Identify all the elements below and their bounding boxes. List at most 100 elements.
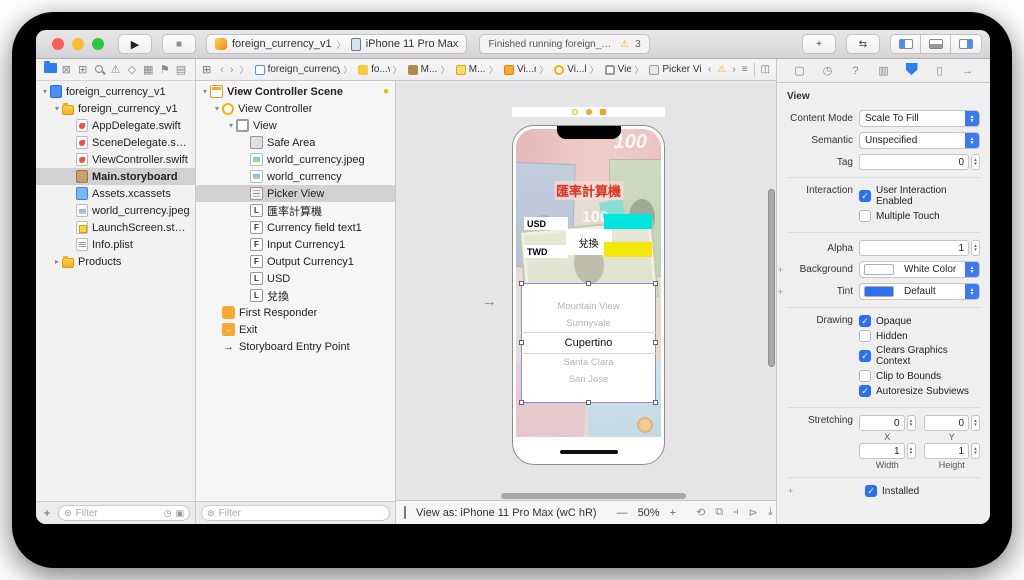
disclosure-icon[interactable]: ▸ xyxy=(52,257,62,266)
outline-row[interactable]: world_currency xyxy=(196,168,395,185)
file-row[interactable]: Assets.xcassets xyxy=(36,185,195,202)
attributes-inspector-tab[interactable] xyxy=(905,63,919,78)
zoom-in-button[interactable]: + xyxy=(670,507,676,519)
add-file-button[interactable]: + xyxy=(41,506,53,520)
tint-popup[interactable]: Default ▲ ▼ xyxy=(859,283,980,300)
scene-header-bar[interactable] xyxy=(512,107,665,117)
exit-icon[interactable] xyxy=(599,109,606,115)
breadcrumb-item[interactable]: 〉 fo...v1 xyxy=(340,63,390,76)
outline-row[interactable]: Picker View xyxy=(196,185,395,202)
input-currency-field[interactable] xyxy=(604,214,652,229)
checkbox-row[interactable]: Autoresize Subviews xyxy=(859,385,980,397)
view-controller-icon[interactable] xyxy=(571,109,578,115)
semantic-popup[interactable]: Unspecified ▲ ▼ xyxy=(859,132,980,149)
canvas-horizontal-scrollbar[interactable] xyxy=(396,492,776,500)
picker-view[interactable]: Mountain View Sunnyvale Cupertino Santa … xyxy=(519,281,658,405)
stretch-width-field[interactable]: 1 xyxy=(859,443,905,459)
reports-tab[interactable]: ▤ xyxy=(174,63,188,76)
add-attribute-button[interactable]: + xyxy=(778,287,783,297)
resize-handle[interactable] xyxy=(519,281,524,286)
outline-row[interactable]: F Output Currency1 xyxy=(196,253,395,270)
library-button[interactable]: + xyxy=(802,34,836,54)
file-row[interactable]: world_currency.jpeg xyxy=(36,202,195,219)
navigator-filter-field[interactable]: ⊜ Filter ◷ ▣ xyxy=(58,505,190,521)
warning-count[interactable]: 3 xyxy=(635,39,641,50)
view-as-label[interactable]: View as: iPhone 11 Pro Max (wC hR) xyxy=(416,507,597,519)
app-title-label[interactable]: 匯率計算機 xyxy=(553,181,624,200)
file-row[interactable]: AppDelegate.swift xyxy=(36,117,195,134)
checkbox-row[interactable]: Opaque xyxy=(859,315,980,327)
breadcrumb-item[interactable]: 〉 M...e) xyxy=(438,63,486,76)
checkbox[interactable] xyxy=(859,370,871,382)
stretch-y-field[interactable]: 0 xyxy=(923,415,969,431)
file-row[interactable]: Main.storyboard xyxy=(36,168,195,185)
connections-inspector-tab[interactable]: → xyxy=(961,65,975,77)
picker-item[interactable]: Mountain View xyxy=(557,298,619,315)
recents-icon[interactable]: ◷ xyxy=(164,508,172,519)
stretch-height-field[interactable]: 1 xyxy=(923,443,969,459)
device-icon[interactable] xyxy=(404,506,406,519)
scrollbar-thumb[interactable] xyxy=(768,189,775,367)
file-inspector-tab[interactable]: ▢ xyxy=(793,64,807,77)
usd-label[interactable]: USD xyxy=(524,217,568,230)
outline-row[interactable]: → Storyboard Entry Point xyxy=(196,338,395,355)
project-navigator-tab[interactable] xyxy=(43,61,57,76)
stretch-width-stepper[interactable]: ▲ ▼ xyxy=(906,443,916,459)
output-currency-field[interactable] xyxy=(604,242,652,257)
find-tab[interactable] xyxy=(92,64,106,76)
file-row[interactable]: ▾ foreign_currency_v1 xyxy=(36,100,195,117)
background-popup[interactable]: White Color ▲ ▼ xyxy=(859,261,980,278)
zoom-out-button[interactable]: — xyxy=(617,507,628,519)
zoom-window-button[interactable] xyxy=(92,38,104,50)
history-inspector-tab[interactable]: ◷ xyxy=(821,64,835,77)
run-button[interactable]: ▶ xyxy=(118,34,152,54)
add-attribute-button[interactable]: + xyxy=(778,265,783,275)
outline-row[interactable]: First Responder xyxy=(196,304,395,321)
breadcrumb-item[interactable]: 〉 foreign_currency_v1 xyxy=(237,63,341,76)
disclosure-icon[interactable]: ▾ xyxy=(40,87,50,96)
checkbox[interactable] xyxy=(859,315,871,327)
symbols-tab[interactable]: ⊞ xyxy=(76,63,90,76)
size-inspector-tab[interactable]: ▯ xyxy=(933,64,947,77)
breadcrumb-item[interactable]: 〉 Picker View xyxy=(631,63,702,76)
issues-tab[interactable]: ⚠ xyxy=(109,63,123,76)
file-row[interactable]: ▸ Products xyxy=(36,253,195,270)
minimize-window-button[interactable] xyxy=(72,38,84,50)
tag-field[interactable]: 0 xyxy=(859,154,969,170)
editor-mode-button[interactable]: ⇆ xyxy=(846,34,880,54)
resize-handle[interactable] xyxy=(585,400,591,405)
checkbox[interactable] xyxy=(859,350,871,362)
breakpoints-tab[interactable]: ⚑ xyxy=(158,63,172,76)
resize-handle[interactable] xyxy=(585,281,591,286)
outline-row[interactable]: L 兌換 xyxy=(196,287,395,304)
adjust-editor-icon[interactable]: ◫ xyxy=(761,64,770,75)
previous-issue-button[interactable]: ‹ xyxy=(708,64,711,75)
zoom-level[interactable]: 50% xyxy=(638,507,660,519)
resolve-layout-icon[interactable]: ⤓ xyxy=(768,506,773,519)
file-row[interactable]: SceneDelegate.swift xyxy=(36,134,195,151)
alpha-field[interactable]: 1 xyxy=(859,240,969,256)
checkbox-row[interactable]: Multiple Touch xyxy=(859,210,980,222)
picker-item[interactable]: Sunnyvale xyxy=(566,315,610,332)
stretch-y-stepper[interactable]: ▲ ▼ xyxy=(971,415,980,431)
warning-icon[interactable]: ⚠ xyxy=(620,39,629,50)
outline-toggle-icon[interactable]: ≡ xyxy=(742,64,748,75)
outline-filter-field[interactable]: ⊜ Filter xyxy=(201,505,390,521)
resize-handle[interactable] xyxy=(653,400,658,405)
stretch-x-field[interactable]: 0 xyxy=(859,415,905,431)
add-attribute-button[interactable]: + xyxy=(788,486,793,496)
outline-row[interactable]: L USD xyxy=(196,270,395,287)
file-row[interactable]: ViewController.swift xyxy=(36,151,195,168)
embed-icon[interactable]: ⧉ xyxy=(715,506,723,519)
debug-tab[interactable]: ▦ xyxy=(141,63,155,76)
toggle-debug-button[interactable] xyxy=(921,35,951,53)
toggle-navigator-button[interactable] xyxy=(891,35,921,53)
resize-handle[interactable] xyxy=(653,340,658,345)
stop-button[interactable]: ■ xyxy=(162,34,196,54)
checkbox[interactable] xyxy=(859,190,871,202)
checkbox[interactable] xyxy=(859,210,871,222)
close-window-button[interactable] xyxy=(52,38,64,50)
outline-row[interactable]: L 匯率計算機 xyxy=(196,202,395,219)
canvas-viewport[interactable]: → 100 100 匯率計算機 USD 兌換 TWD Mountain View… xyxy=(396,81,776,492)
disclosure-icon[interactable]: ▾ xyxy=(212,104,222,113)
